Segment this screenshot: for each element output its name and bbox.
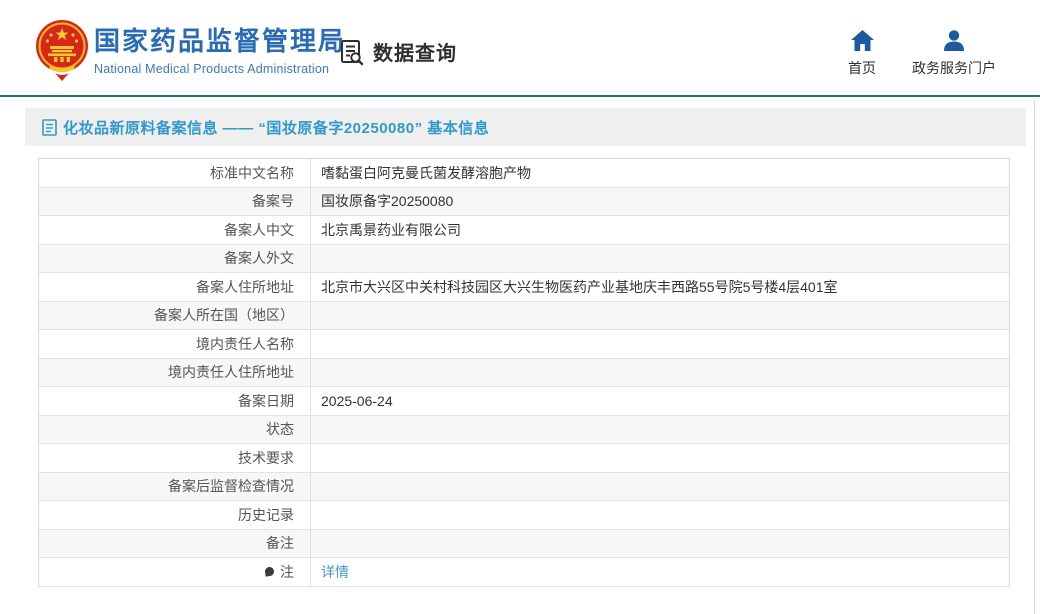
row-label: 备案人中文 bbox=[39, 216, 311, 244]
row-value bbox=[311, 501, 1009, 529]
row-value bbox=[311, 473, 1009, 501]
table-row: 境内责任人名称 bbox=[39, 330, 1009, 359]
row-value bbox=[311, 245, 1009, 273]
home-icon bbox=[851, 30, 874, 51]
row-label: 备案号 bbox=[39, 188, 311, 216]
table-row: 备案日期2025-06-24 bbox=[39, 387, 1009, 416]
row-label: 历史记录 bbox=[39, 501, 311, 529]
table-row: 备案人所在国（地区） bbox=[39, 302, 1009, 331]
nav-portal-label: 政务服务门户 bbox=[912, 58, 996, 78]
row-label: 境内责任人名称 bbox=[39, 330, 311, 358]
org-name-cn: 国家药品监督管理局 bbox=[94, 27, 346, 57]
row-label: 备案后监督检查情况 bbox=[39, 473, 311, 501]
row-label: 备案人外文 bbox=[39, 245, 311, 273]
row-value: 2025-06-24 bbox=[311, 387, 1009, 415]
row-label: 境内责任人住所地址 bbox=[39, 359, 311, 387]
right-edge-divider bbox=[1034, 100, 1035, 614]
document-icon bbox=[42, 119, 57, 136]
nav-home-label: 首页 bbox=[848, 58, 876, 78]
row-value bbox=[311, 416, 1009, 444]
org-name-en: National Medical Products Administration bbox=[94, 62, 346, 76]
breadcrumb: 化妆品新原料备案信息 —— “国妆原备字20250080” 基本信息 bbox=[25, 108, 1026, 146]
data-query-label: 数据查询 bbox=[373, 37, 457, 66]
row-label: 备案人住所地址 bbox=[39, 273, 311, 301]
table-row: 备案人住所地址北京市大兴区中关村科技园区大兴生物医药产业基地庆丰西路55号院5号… bbox=[39, 273, 1009, 302]
data-query-section[interactable]: 数据查询 bbox=[338, 37, 457, 66]
row-value: 北京禹景药业有限公司 bbox=[311, 216, 1009, 244]
row-value bbox=[311, 359, 1009, 387]
table-row: 备案后监督检查情况 bbox=[39, 473, 1009, 502]
row-label: 标准中文名称 bbox=[39, 159, 311, 187]
row-value: 详情 bbox=[311, 558, 1009, 586]
nmpa-emblem-logo bbox=[35, 19, 89, 81]
row-label: 状态 bbox=[39, 416, 311, 444]
row-value bbox=[311, 530, 1009, 558]
row-value: 嗜黏蛋白阿克曼氏菌发酵溶胞产物 bbox=[311, 159, 1009, 187]
row-label: 备注 bbox=[39, 530, 311, 558]
detail-link[interactable]: 详情 bbox=[321, 562, 349, 582]
row-value: 北京市大兴区中关村科技园区大兴生物医药产业基地庆丰西路55号院5号楼4层401室 bbox=[311, 273, 1009, 301]
row-value bbox=[311, 444, 1009, 472]
data-query-icon bbox=[338, 38, 366, 66]
table-row: 技术要求 bbox=[39, 444, 1009, 473]
row-value: 国妆原备字20250080 bbox=[311, 188, 1009, 216]
table-row: 状态 bbox=[39, 416, 1009, 445]
table-row: 注详情 bbox=[39, 558, 1009, 587]
table-row: 历史记录 bbox=[39, 501, 1009, 530]
nav-item-portal[interactable]: 政务服务门户 bbox=[912, 30, 996, 78]
row-label: 技术要求 bbox=[39, 444, 311, 472]
page-title: 化妆品新原料备案信息 —— “国妆原备字20250080” 基本信息 bbox=[63, 117, 489, 138]
row-label: 备案日期 bbox=[39, 387, 311, 415]
table-row: 备案号国妆原备字20250080 bbox=[39, 188, 1009, 217]
row-label: 注 bbox=[39, 558, 311, 586]
table-row: 备案人外文 bbox=[39, 245, 1009, 274]
top-nav: 首页 政务服务门户 bbox=[848, 30, 996, 78]
site-header: 国家药品监督管理局 National Medical Products Admi… bbox=[0, 0, 1040, 97]
row-value bbox=[311, 302, 1009, 330]
user-icon bbox=[943, 30, 965, 51]
note-icon bbox=[264, 567, 274, 577]
table-row: 标准中文名称嗜黏蛋白阿克曼氏菌发酵溶胞产物 bbox=[39, 159, 1009, 188]
page: 国家药品监督管理局 National Medical Products Admi… bbox=[0, 0, 1040, 614]
table-row: 备案人中文北京禹景药业有限公司 bbox=[39, 216, 1009, 245]
filing-info-table: 标准中文名称嗜黏蛋白阿克曼氏菌发酵溶胞产物备案号国妆原备字20250080备案人… bbox=[38, 158, 1010, 587]
nav-item-home[interactable]: 首页 bbox=[848, 30, 876, 78]
org-title-block: 国家药品监督管理局 National Medical Products Admi… bbox=[94, 27, 346, 76]
row-value bbox=[311, 330, 1009, 358]
table-row: 备注 bbox=[39, 530, 1009, 559]
table-row: 境内责任人住所地址 bbox=[39, 359, 1009, 388]
row-label: 备案人所在国（地区） bbox=[39, 302, 311, 330]
